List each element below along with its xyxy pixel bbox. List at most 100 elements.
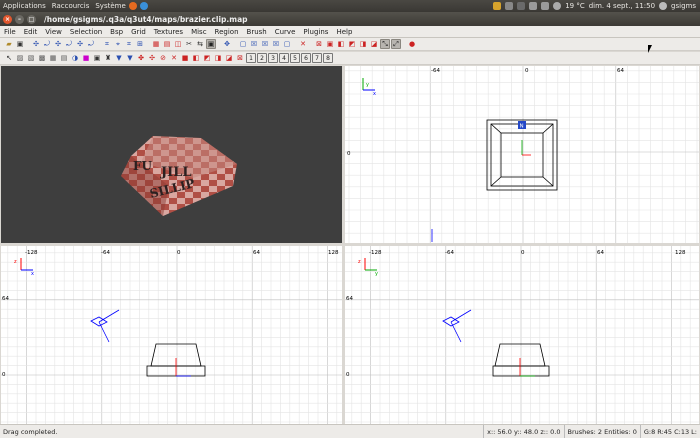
applications-menu[interactable]: Applications — [0, 2, 49, 10]
filter-icon-5[interactable]: ▼ — [125, 53, 135, 63]
firefox-icon[interactable] — [128, 2, 137, 10]
brush-icon-4[interactable]: ▦ — [48, 53, 58, 63]
filter-icon-9[interactable]: ✕ — [169, 53, 179, 63]
chrome-icon[interactable] — [139, 2, 148, 10]
flip-x-icon[interactable]: ✣ — [31, 39, 41, 49]
places-menu[interactable]: Raccourcis — [49, 2, 93, 10]
filter-icon-10[interactable]: ■ — [180, 53, 190, 63]
front-viewport[interactable]: -128 -64 0 64 128 64 0 z x — [1, 246, 342, 424]
patch-icon-3[interactable]: ◧ — [336, 39, 346, 49]
volume-icon[interactable] — [541, 2, 550, 10]
brush-icon-3[interactable]: ▩ — [37, 53, 47, 63]
entity-view-icon[interactable]: ▢ — [282, 39, 292, 49]
brush-icon-1[interactable]: ▨ — [15, 53, 25, 63]
clipper-icon[interactable]: ✂ — [184, 39, 194, 49]
filter-icon-15[interactable]: ⊠ — [235, 53, 245, 63]
complete-tall-icon[interactable]: ⌗ — [102, 39, 112, 49]
clock[interactable]: dim. 4 sept., 11:50 — [589, 2, 655, 10]
flip-y-icon[interactable]: ✣ — [53, 39, 63, 49]
filter-magenta-icon[interactable]: ■ — [81, 53, 91, 63]
menu-misc[interactable]: Misc — [187, 28, 210, 36]
weld-icon[interactable]: ⤢ — [391, 39, 401, 49]
select-touching-icon[interactable]: ⌖ — [113, 39, 123, 49]
minimize-button[interactable]: – — [15, 14, 24, 24]
view-num-3-button[interactable]: 3 — [268, 53, 278, 63]
texture-lock-icon[interactable]: ⇆ — [195, 39, 205, 49]
camera-viewport[interactable]: FU JILL SILLIP — [1, 66, 342, 243]
view-num-6-button[interactable]: 6 — [301, 53, 311, 63]
camera-view-icon[interactable]: ▣ — [206, 39, 216, 49]
weather-icon — [553, 2, 562, 10]
flip-z-icon[interactable]: ✣ — [75, 39, 85, 49]
view-num-1-button[interactable]: 1 — [246, 53, 256, 63]
view-z-icon[interactable]: ☒ — [271, 39, 281, 49]
window-titlebar[interactable]: × – □ /home/gsigms/.q3a/q3ut4/maps/brazi… — [0, 12, 700, 26]
menu-file[interactable]: File — [0, 28, 20, 36]
open-icon[interactable]: ▰ — [4, 39, 14, 49]
weather-text[interactable]: 19 °C — [565, 2, 585, 10]
hollow-icon[interactable]: ◫ — [173, 39, 183, 49]
filter-icon-6[interactable]: ✤ — [136, 53, 146, 63]
filter-icon-12[interactable]: ◩ — [202, 53, 212, 63]
csg-subtract-icon[interactable]: ▦ — [151, 39, 161, 49]
view-num-8-button[interactable]: 8 — [323, 53, 333, 63]
battery-icon[interactable] — [529, 2, 538, 10]
close-button[interactable]: × — [3, 14, 12, 24]
maximize-button[interactable]: □ — [27, 14, 36, 24]
view-y-icon[interactable]: ☒ — [260, 39, 270, 49]
menu-bsp[interactable]: Bsp — [106, 28, 127, 36]
rotate-z-icon[interactable]: ⤾ — [86, 39, 96, 49]
filter-icon-11[interactable]: ◧ — [191, 53, 201, 63]
brush-icon-2[interactable]: ▧ — [26, 53, 36, 63]
mail-icon[interactable] — [493, 2, 502, 10]
select-cap-icon[interactable]: ✕ — [298, 39, 308, 49]
show-entities-icon[interactable]: ● — [407, 39, 417, 49]
select-inside-icon[interactable]: ⊞ — [135, 39, 145, 49]
filter-icon-14[interactable]: ◪ — [224, 53, 234, 63]
filter-icon-3[interactable]: ♜ — [103, 53, 113, 63]
view-num-2-button[interactable]: 2 — [257, 53, 267, 63]
menu-view[interactable]: View — [41, 28, 66, 36]
bend-icon[interactable]: ⤡ — [380, 39, 390, 49]
filter-icon-7[interactable]: ✣ — [147, 53, 157, 63]
change-view-icon[interactable]: ✥ — [222, 39, 232, 49]
menu-textures[interactable]: Textures — [150, 28, 187, 36]
texture-window-icon[interactable]: ▢ — [238, 39, 248, 49]
cycle-icon[interactable]: ◑ — [70, 53, 80, 63]
patch-icon-2[interactable]: ▣ — [325, 39, 335, 49]
menu-plugins[interactable]: Plugins — [299, 28, 332, 36]
patch-icon-4[interactable]: ◩ — [347, 39, 357, 49]
pointer-icon[interactable]: ↖ — [4, 53, 14, 63]
user-name[interactable]: gsigms — [671, 2, 696, 10]
patch-icon-1[interactable]: ⊠ — [314, 39, 324, 49]
filter-icon-4[interactable]: ▼ — [114, 53, 124, 63]
view-num-7-button[interactable]: 7 — [312, 53, 322, 63]
menu-region[interactable]: Region — [211, 28, 243, 36]
menu-grid[interactable]: Grid — [127, 28, 150, 36]
filter-icon-8[interactable]: ⊘ — [158, 53, 168, 63]
csg-merge-icon[interactable]: ▤ — [162, 39, 172, 49]
view-num-5-button[interactable]: 5 — [290, 53, 300, 63]
filter-icon-13[interactable]: ◨ — [213, 53, 223, 63]
bluetooth-icon[interactable] — [517, 2, 526, 10]
network-icon[interactable] — [505, 2, 514, 10]
menu-edit[interactable]: Edit — [20, 28, 42, 36]
view-num-4-button[interactable]: 4 — [279, 53, 289, 63]
top-viewport[interactable]: -64 0 64 0 y x N — [345, 66, 699, 243]
system-menu[interactable]: Système — [92, 2, 128, 10]
menu-brush[interactable]: Brush — [243, 28, 271, 36]
side-viewport[interactable]: -128 -64 0 64 128 64 0 z y — [345, 246, 699, 424]
menu-help[interactable]: Help — [332, 28, 356, 36]
view-x-icon[interactable]: ☒ — [249, 39, 259, 49]
save-icon[interactable]: ▣ — [15, 39, 25, 49]
toolbar-secondary: ↖ ▨ ▧ ▩ ▦ ▤ ◑ ■ ▣ ♜ ▼ ▼ ✤ ✣ ⊘ ✕ ■ ◧ ◩ ◨ … — [0, 52, 700, 65]
menu-curve[interactable]: Curve — [271, 28, 300, 36]
menu-selection[interactable]: Selection — [66, 28, 106, 36]
filter-icon-2[interactable]: ▣ — [92, 53, 102, 63]
patch-icon-6[interactable]: ◪ — [369, 39, 379, 49]
rotate-x-icon[interactable]: ⤾ — [42, 39, 52, 49]
brush-icon-5[interactable]: ▤ — [59, 53, 69, 63]
rotate-y-icon[interactable]: ⤾ — [64, 39, 74, 49]
patch-icon-5[interactable]: ◨ — [358, 39, 368, 49]
select-partial-icon[interactable]: ⌗ — [124, 39, 134, 49]
